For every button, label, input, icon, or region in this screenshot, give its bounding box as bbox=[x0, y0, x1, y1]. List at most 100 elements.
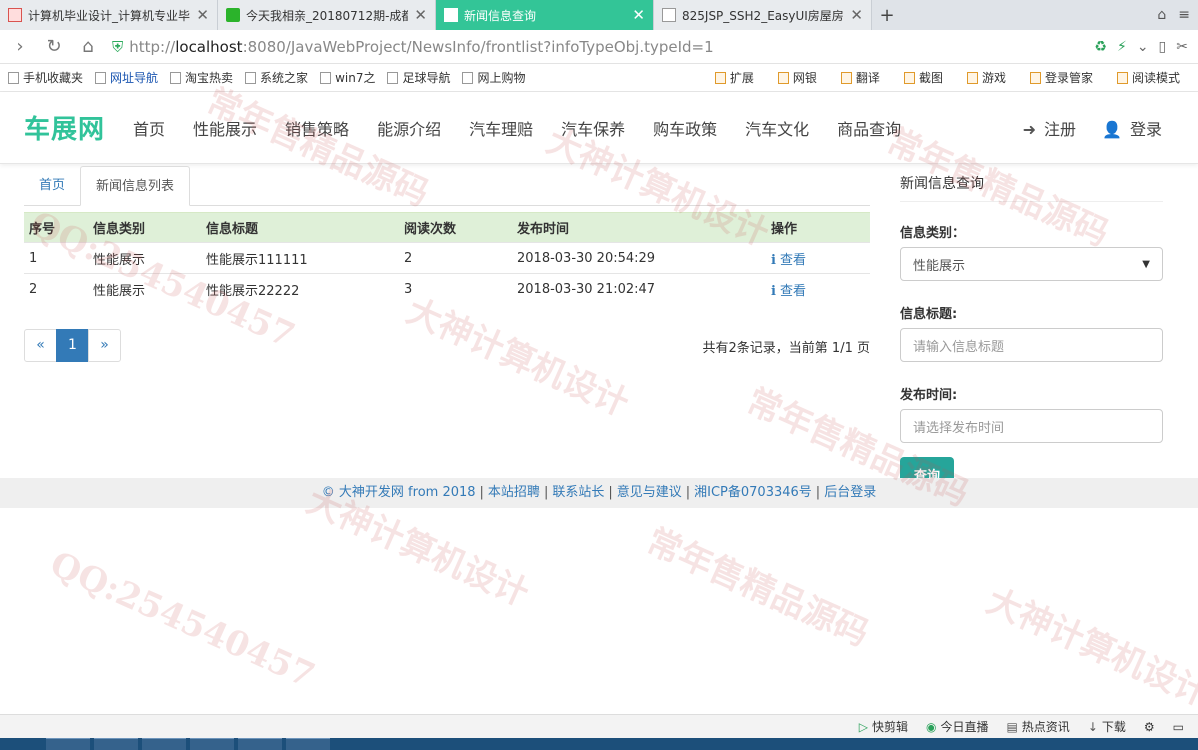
sign-in-icon: ➜ bbox=[1022, 119, 1037, 139]
menu-icon[interactable]: ≡ bbox=[1178, 7, 1190, 23]
quick-clip-button[interactable]: ▷ 快剪辑 bbox=[859, 718, 908, 735]
forward-icon[interactable]: › bbox=[6, 33, 34, 61]
taskbar-app[interactable] bbox=[190, 738, 234, 750]
close-icon[interactable]: ✕ bbox=[850, 6, 863, 24]
home-icon[interactable]: ⌂ bbox=[74, 33, 102, 61]
extension-item[interactable]: 网银 bbox=[777, 69, 817, 86]
admin-login-link[interactable]: 后台登录 bbox=[824, 485, 876, 500]
news-button[interactable]: ▤ 热点资讯 bbox=[1006, 718, 1069, 735]
nav-claims[interactable]: 汽车理赔 bbox=[469, 116, 533, 140]
close-icon[interactable]: ✕ bbox=[632, 6, 645, 24]
nav-products[interactable]: 商品查询 bbox=[837, 116, 901, 140]
nav-culture[interactable]: 汽车文化 bbox=[745, 116, 809, 140]
extension-item[interactable]: 登录管家 bbox=[1029, 69, 1093, 86]
game-icon bbox=[966, 71, 978, 84]
time-input[interactable]: 请选择发布时间 bbox=[900, 409, 1163, 443]
tab-home[interactable]: 首页 bbox=[24, 166, 80, 205]
taskbar-app[interactable] bbox=[142, 738, 186, 750]
view-link[interactable]: i 查看 bbox=[771, 284, 806, 299]
nav-performance[interactable]: 性能展示 bbox=[193, 116, 257, 140]
time-placeholder: 请选择发布时间 bbox=[913, 420, 1005, 436]
tab-title: 今天我相亲_20180712期-成都 bbox=[246, 8, 409, 23]
bookmark-item[interactable]: 足球导航 bbox=[387, 69, 450, 86]
icp-link[interactable]: 湘ICP备0703346号 bbox=[694, 485, 812, 500]
lightning-icon[interactable]: ⚡ bbox=[1117, 39, 1127, 55]
taskbar-app[interactable] bbox=[286, 738, 330, 750]
bookmark-item[interactable]: 淘宝热卖 bbox=[170, 69, 233, 86]
column-header: 发布时间 bbox=[512, 212, 766, 243]
taskbar-app[interactable] bbox=[238, 738, 282, 750]
prev-page-button[interactable]: « bbox=[24, 328, 57, 362]
type-select[interactable]: 性能展示 ▼ bbox=[900, 247, 1163, 281]
site-logo[interactable]: 车展网 bbox=[24, 109, 105, 146]
bookmark-icon bbox=[95, 71, 107, 84]
window-icon[interactable]: ▭ bbox=[1173, 720, 1184, 734]
tab-title: 825JSP_SSH2_EasyUI房屋房源 bbox=[682, 8, 845, 23]
nav-maintenance[interactable]: 汽车保养 bbox=[561, 116, 625, 140]
tab-news-list[interactable]: 新闻信息列表 bbox=[80, 166, 191, 206]
bookmark-label: 网址导航 bbox=[110, 71, 159, 85]
register-link[interactable]: ➜ 注册 bbox=[1023, 116, 1076, 140]
extension-label: 截图 bbox=[918, 71, 943, 85]
nav-home[interactable]: 首页 bbox=[133, 116, 165, 140]
title-input[interactable]: 请输入信息标题 bbox=[900, 328, 1163, 362]
bookmark-item[interactable]: 网址导航 bbox=[95, 69, 158, 86]
download-button[interactable]: ↓ 下载 bbox=[1088, 718, 1126, 735]
nav-sales[interactable]: 销售策略 bbox=[285, 116, 349, 140]
extension-item[interactable]: 截图 bbox=[903, 69, 943, 86]
live-button[interactable]: ◉ 今日直播 bbox=[926, 718, 989, 735]
settings-icon[interactable]: ⚙ bbox=[1144, 720, 1155, 734]
tab-title: 新闻信息查询 bbox=[464, 8, 537, 23]
extension-label: 扩展 bbox=[729, 71, 754, 85]
next-page-button[interactable]: » bbox=[88, 328, 121, 362]
bookmark-item[interactable]: win7之 bbox=[320, 69, 375, 86]
phone-icon[interactable]: ▯ bbox=[1159, 39, 1167, 55]
page-icon bbox=[444, 8, 458, 22]
page-1-button[interactable]: 1 bbox=[56, 328, 89, 362]
jobs-link[interactable]: 本站招聘 bbox=[488, 485, 540, 500]
main-content: 首页 新闻信息列表 序号 信息类别 信息标题 阅读次数 发布时间 操作 1 性能… bbox=[24, 166, 870, 363]
copyright-link[interactable]: © 大神开发网 from 2018 bbox=[322, 485, 476, 500]
recycle-icon[interactable]: ♻ bbox=[1094, 39, 1107, 55]
bookmark-item[interactable]: 系统之家 bbox=[245, 69, 308, 86]
extension-item[interactable]: 翻译 bbox=[840, 69, 880, 86]
nav-energy[interactable]: 能源介绍 bbox=[377, 116, 441, 140]
play-icon: ▷ bbox=[858, 720, 868, 734]
taskbar-app[interactable] bbox=[94, 738, 138, 750]
close-icon[interactable]: ✕ bbox=[414, 6, 427, 24]
cell-action: i 查看 bbox=[766, 242, 870, 274]
new-tab-button[interactable]: + bbox=[872, 0, 902, 30]
bookmark-icon bbox=[462, 71, 474, 84]
view-link[interactable]: i 查看 bbox=[771, 253, 806, 268]
browser-tab-4[interactable]: 825JSP_SSH2_EasyUI房屋房源 ✕ bbox=[654, 0, 872, 30]
watermark-text: 大神计算机设计 bbox=[980, 581, 1198, 715]
cut-icon[interactable]: ✂ bbox=[1176, 39, 1188, 55]
view-label: 查看 bbox=[779, 283, 806, 299]
nav-policy[interactable]: 购车政策 bbox=[653, 116, 717, 140]
extension-item[interactable]: 阅读模式 bbox=[1116, 69, 1180, 86]
extension-label: 登录管家 bbox=[1044, 71, 1093, 85]
table-row: 2 性能展示 性能展示22222 3 2018-03-30 21:02:47 i… bbox=[24, 273, 870, 305]
browser-tab-2[interactable]: 今天我相亲_20180712期-成都 ✕ bbox=[218, 0, 436, 30]
close-icon[interactable]: ✕ bbox=[196, 6, 209, 24]
browser-tab-3[interactable]: 新闻信息查询 ✕ bbox=[436, 0, 654, 30]
extension-item[interactable]: 游戏 bbox=[966, 69, 1006, 86]
feedback-link[interactable]: 意见与建议 bbox=[617, 485, 682, 500]
url-tools: ♻ ⚡ ⌄ ▯ ✂ bbox=[1094, 39, 1198, 55]
bookmark-item[interactable]: 手机收藏夹 bbox=[8, 69, 83, 86]
browser-tab-1[interactable]: 计算机毕业设计_计算机专业毕业 ✕ bbox=[0, 0, 218, 30]
extension-item[interactable]: 扩展 bbox=[714, 69, 754, 86]
contact-link[interactable]: 联系站长 bbox=[552, 485, 604, 500]
info-icon: i bbox=[771, 252, 776, 268]
bookmark-item[interactable]: 网上购物 bbox=[462, 69, 525, 86]
taskbar-app[interactable] bbox=[46, 738, 90, 750]
reload-icon[interactable]: ↻ bbox=[40, 33, 68, 61]
login-link[interactable]: 👤 登录 bbox=[1102, 116, 1162, 140]
cell-reads: 2 bbox=[399, 242, 512, 274]
cell-category: 性能展示 bbox=[88, 273, 201, 305]
address-bar[interactable]: ⛨ http://localhost:8080/JavaWebProject/N… bbox=[112, 34, 1088, 60]
shirt-icon[interactable]: ⌂ bbox=[1157, 7, 1166, 23]
chevron-down-icon[interactable]: ⌄ bbox=[1137, 39, 1149, 55]
type-label: 信息类别： bbox=[900, 226, 966, 241]
cell-title: 性能展示111111 bbox=[201, 242, 399, 274]
